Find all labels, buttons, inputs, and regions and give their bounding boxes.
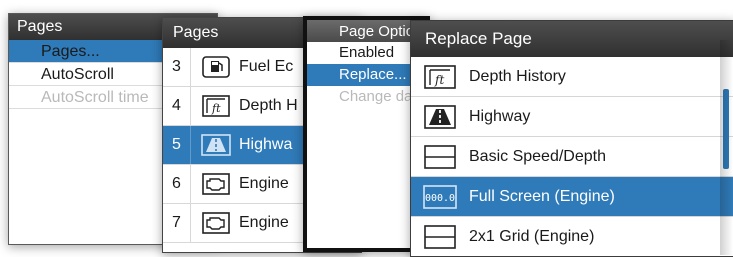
depth-history-icon: ft [423,64,457,90]
page-number: 7 [163,204,191,242]
replace-option-2x1-grid-engine[interactable]: 2x1 Grid (Engine) [411,217,733,256]
page-number: 6 [163,165,191,203]
menu-item-enabled[interactable]: Enabled [307,42,426,64]
split-horizontal-icon [423,144,457,170]
replace-option-label: Full Screen (Engine) [469,187,615,205]
split-horizontal-icon [423,224,457,250]
page-label: Engine [239,214,289,231]
replace-option-label: Basic Speed/Depth [469,147,606,165]
page-number: 3 [163,48,191,86]
page-label: Engine [239,175,289,192]
page-label: Fuel Ec [239,58,294,75]
panel-edge-shadow [720,40,733,255]
replace-option-depth-history[interactable]: ft Depth History [411,57,733,97]
menu-item-replace[interactable]: Replace... [307,64,426,86]
replace-option-label: Highway [469,107,531,125]
menu-item-change-data: Change da [339,88,413,105]
engine-icon [201,172,231,196]
page-options-title: Page Optic [307,20,426,42]
digital-display-readout: 000.0 [425,193,455,204]
page-number: 4 [163,87,191,125]
replace-option-label: Depth History [469,67,566,85]
replace-option-label: 2x1 Grid (Engine) [469,227,595,245]
digital-display-icon: 000.0 [423,184,457,210]
highway-icon [201,133,231,157]
depth-history-icon: ft [201,94,231,118]
page-number: 5 [163,126,191,164]
replace-option-basic-speed-depth[interactable]: Basic Speed/Depth [411,137,733,177]
page-label: Depth H [239,97,298,114]
replace-page-title: Replace Page [411,21,733,57]
fuel-icon [201,55,231,79]
replace-option-highway[interactable]: Highway [411,97,733,137]
replace-option-full-screen-engine[interactable]: 000.0 Full Screen (Engine) [411,177,733,217]
engine-icon [201,211,231,235]
replace-page-panel: Replace Page ft Depth History Highway Ba… [410,20,733,257]
svg-text:ft: ft [434,73,444,87]
highway-icon [423,104,457,130]
page-label: Highwa [239,136,293,153]
svg-text:ft: ft [211,102,221,115]
